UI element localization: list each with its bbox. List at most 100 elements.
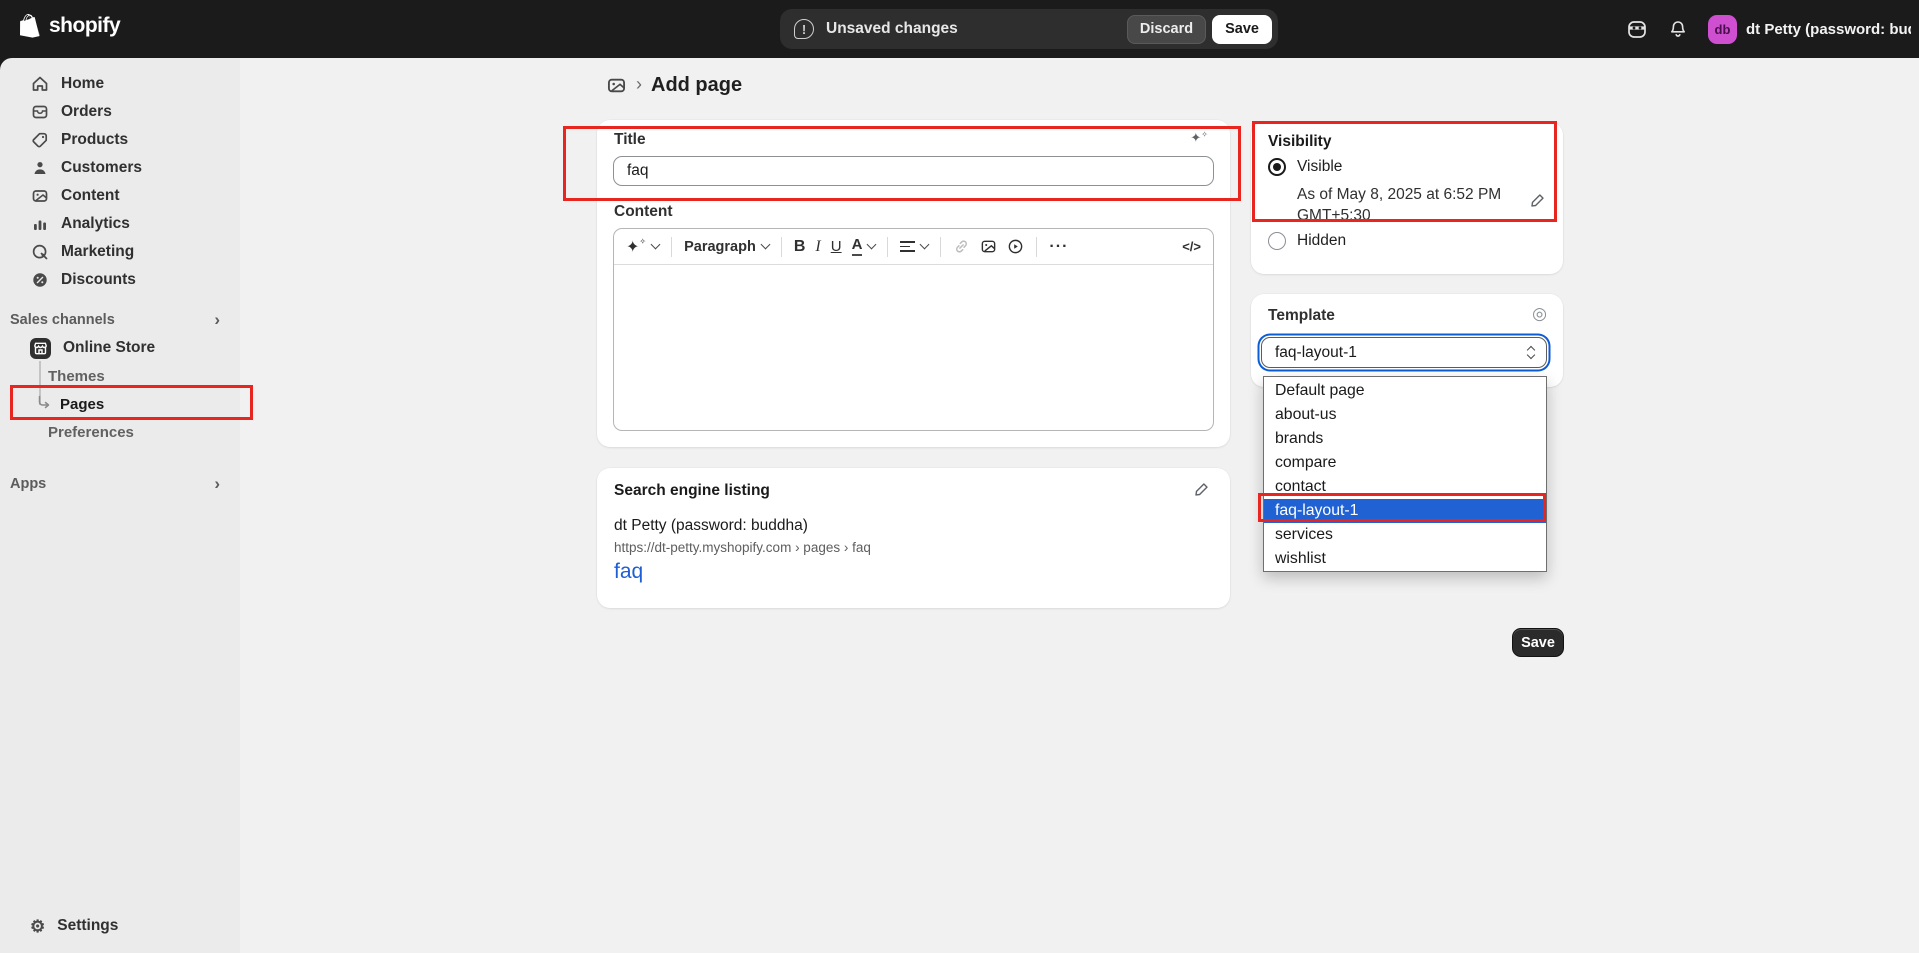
sidebar-item-online-store[interactable]: Online Store	[0, 334, 240, 362]
avatar: db	[1708, 15, 1737, 44]
page-title: Add page	[651, 74, 742, 97]
toolbar-divider	[940, 237, 941, 257]
select-updown-icon	[1528, 347, 1534, 358]
save-button-bottom[interactable]: Save	[1512, 628, 1564, 657]
topbar: shopify ! Unsaved changes Discard Save	[0, 0, 1919, 58]
underline-button[interactable]: U	[831, 238, 842, 255]
toolbar-divider	[887, 237, 888, 257]
magic-sparkle-icon[interactable]: ✦✧	[1190, 130, 1208, 146]
gear-icon: ⚙	[30, 918, 45, 935]
code-view-button[interactable]: </>	[1182, 239, 1201, 254]
chevron-down-icon	[760, 240, 770, 250]
visible-radio-row[interactable]: Visible	[1268, 158, 1342, 176]
chevron-down-icon	[651, 240, 661, 250]
sidebar-item-orders[interactable]: Orders	[0, 98, 240, 126]
title-input[interactable]	[613, 156, 1214, 186]
content-label: Content	[614, 203, 673, 221]
more-options-button[interactable]: ···	[1049, 238, 1068, 256]
dropdown-option-compare[interactable]: compare	[1264, 451, 1546, 475]
apps-header[interactable]: Apps ›	[0, 470, 240, 498]
text-color-label: A	[852, 237, 863, 256]
insert-image-button[interactable]	[980, 238, 997, 255]
sidebar: Home Orders Products Customers	[0, 58, 240, 953]
hidden-label: Hidden	[1297, 232, 1346, 250]
dropdown-option-services[interactable]: services	[1264, 523, 1546, 547]
pages-breadcrumb-icon[interactable]	[606, 75, 627, 96]
sidebar-item-label: Products	[61, 131, 128, 149]
storefront-icon	[30, 338, 51, 359]
save-button-top[interactable]: Save	[1212, 15, 1272, 44]
paragraph-label: Paragraph	[684, 239, 756, 255]
alignment-button[interactable]	[900, 239, 928, 254]
insert-video-button[interactable]	[1007, 238, 1024, 255]
online-store-label: Online Store	[63, 339, 155, 357]
bold-button[interactable]: B	[794, 238, 806, 256]
dropdown-option-wishlist[interactable]: wishlist	[1264, 547, 1546, 571]
sidebar-item-label: Discounts	[61, 271, 136, 289]
sidebar-item-content[interactable]: Content	[0, 182, 240, 210]
sidebar-item-products[interactable]: Products	[0, 126, 240, 154]
visibility-card: Visibility Visible As of May 8, 2025 at …	[1251, 122, 1563, 274]
italic-button[interactable]: I	[815, 238, 820, 256]
sidebar-item-discounts[interactable]: Discounts	[0, 266, 240, 294]
paragraph-style-dropdown[interactable]: Paragraph	[684, 239, 769, 255]
insert-link-button[interactable]	[953, 238, 970, 255]
editor-body[interactable]	[614, 265, 1213, 431]
search-engine-listing-card: Search engine listing dt Petty (password…	[597, 468, 1230, 608]
page-details-card: Title ✦✧ Content ✦✧ Paragraph B	[597, 120, 1230, 447]
unsaved-changes-label: Unsaved changes	[826, 20, 958, 38]
title-label: Title	[614, 131, 646, 149]
seo-site-name: dt Petty (password: buddha)	[614, 517, 808, 535]
breadcrumb-separator: ›	[636, 74, 642, 95]
template-select[interactable]: faq-layout-1	[1261, 337, 1547, 368]
view-eye-icon[interactable]: ◎	[1532, 304, 1547, 324]
settings-label: Settings	[57, 917, 118, 935]
sales-channels-header[interactable]: Sales channels ›	[0, 306, 240, 334]
sidebar-item-label: Orders	[61, 103, 112, 121]
dropdown-option-brands[interactable]: brands	[1264, 427, 1546, 451]
person-icon	[30, 159, 49, 178]
notifications-bell-icon[interactable]	[1668, 19, 1688, 40]
hidden-radio-row[interactable]: Hidden	[1268, 232, 1346, 250]
text-color-button[interactable]: A	[852, 237, 876, 256]
edit-pencil-icon[interactable]	[1529, 192, 1546, 209]
marketing-icon	[30, 243, 49, 262]
orders-icon	[30, 103, 49, 122]
dropdown-option-faq-layout-1[interactable]: faq-layout-1	[1264, 499, 1546, 523]
discard-button[interactable]: Discard	[1127, 15, 1206, 44]
visible-note-line1: As of May 8, 2025 at 6:52 PM	[1297, 184, 1515, 205]
brand-wordmark: shopify	[49, 14, 120, 38]
sidekick-assistant-icon[interactable]	[1626, 18, 1648, 40]
shopify-bag-icon	[20, 14, 42, 38]
shopify-logo[interactable]: shopify	[20, 14, 120, 38]
dropdown-option-contact[interactable]: contact	[1264, 475, 1546, 499]
sidebar-item-settings[interactable]: ⚙ Settings	[0, 911, 240, 941]
account-name: dt Petty (password: budd...	[1746, 21, 1911, 38]
radio-unselected-icon[interactable]	[1268, 232, 1286, 250]
sidebar-item-themes[interactable]: Themes	[0, 362, 240, 390]
ai-magic-button[interactable]: ✦✧	[626, 237, 659, 257]
sidebar-item-preferences[interactable]: Preferences	[0, 418, 240, 446]
bar-chart-icon	[30, 215, 49, 234]
edit-pencil-icon[interactable]	[1193, 481, 1210, 498]
sidebar-item-home[interactable]: Home	[0, 70, 240, 98]
elbow-arrow-icon	[36, 395, 52, 411]
apps-label: Apps	[10, 476, 46, 492]
sidebar-item-marketing[interactable]: Marketing	[0, 238, 240, 266]
dropdown-option-about-us[interactable]: about-us	[1264, 403, 1546, 427]
media-icon	[30, 187, 49, 206]
sidebar-item-analytics[interactable]: Analytics	[0, 210, 240, 238]
toolbar-divider	[781, 237, 782, 257]
dropdown-option-default-page[interactable]: Default page	[1264, 379, 1546, 403]
visible-label: Visible	[1297, 158, 1342, 176]
sidebar-item-customers[interactable]: Customers	[0, 154, 240, 182]
account-menu[interactable]: db dt Petty (password: budd...	[1708, 15, 1911, 44]
topbar-right: db dt Petty (password: budd...	[1626, 0, 1911, 58]
seo-page-title-link[interactable]: faq	[614, 560, 643, 584]
radio-selected-icon[interactable]	[1268, 158, 1286, 176]
visible-note-line2: GMT+5:30	[1297, 205, 1515, 226]
template-dropdown-list: Default page about-us brands compare con…	[1263, 376, 1547, 572]
toolbar-divider	[1036, 237, 1037, 257]
main-content: › Add page Title ✦✧ Content ✦✧ Paragraph	[240, 58, 1919, 953]
chevron-down-icon	[867, 240, 877, 250]
